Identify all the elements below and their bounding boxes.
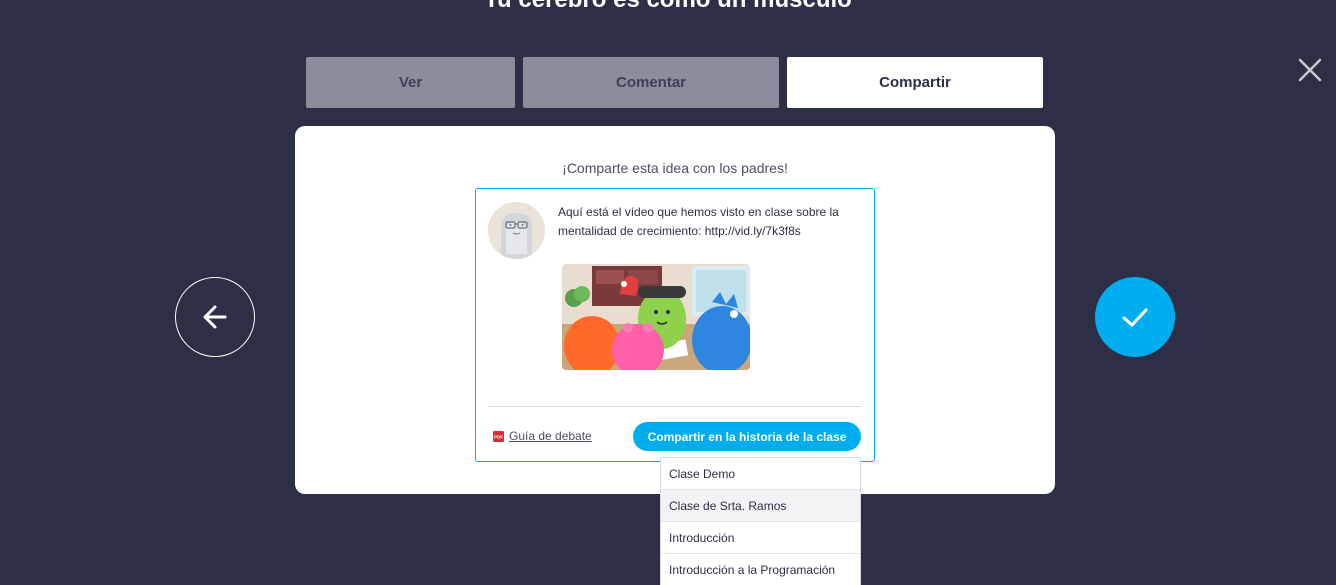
close-button[interactable] bbox=[1296, 56, 1324, 84]
tab-compartir[interactable]: Compartir bbox=[787, 57, 1043, 108]
divider bbox=[488, 406, 861, 407]
page-title: Tu cerebro es como un músculo bbox=[0, 0, 1336, 14]
dropdown-item-introduccion-programacion[interactable]: Introducción a la Programación bbox=[661, 554, 860, 585]
share-card: ¡Comparte esta idea con los padres! Aquí… bbox=[295, 126, 1055, 494]
tab-ver[interactable]: Ver bbox=[306, 57, 515, 108]
video-illustration-icon bbox=[562, 264, 750, 370]
guide-link-label: Guía de debate bbox=[509, 429, 592, 443]
dropdown-item-clase-demo[interactable]: Clase Demo bbox=[661, 458, 860, 490]
post-preview: Aquí está el vídeo que hemos visto en cl… bbox=[475, 188, 875, 462]
close-icon bbox=[1298, 58, 1322, 82]
share-class-story-button[interactable]: Compartir en la historia de la clase bbox=[633, 422, 861, 451]
confirm-button[interactable] bbox=[1095, 277, 1175, 357]
tab-comentar[interactable]: Comentar bbox=[523, 57, 779, 108]
avatar bbox=[488, 202, 545, 259]
card-heading: ¡Comparte esta idea con los padres! bbox=[562, 160, 788, 176]
dropdown-item-introduccion[interactable]: Introducción bbox=[661, 522, 860, 554]
back-button[interactable] bbox=[175, 277, 255, 357]
class-dropdown: Clase Demo Clase de Srta. Ramos Introduc… bbox=[660, 457, 861, 585]
dropdown-item-clase-srta-ramos[interactable]: Clase de Srta. Ramos bbox=[661, 490, 860, 522]
svg-text:PDF: PDF bbox=[494, 434, 503, 439]
monster-avatar-icon bbox=[488, 202, 545, 259]
checkmark-icon bbox=[1122, 308, 1148, 327]
discussion-guide-link[interactable]: PDF Guía de debate bbox=[493, 429, 592, 443]
arrow-left-icon bbox=[203, 305, 227, 329]
share-modal: Tu cerebro es como un músculo Ver Coment… bbox=[0, 0, 1336, 585]
pdf-icon: PDF bbox=[493, 430, 504, 442]
video-thumbnail[interactable] bbox=[562, 264, 750, 370]
post-message: Aquí está el vídeo que hemos visto en cl… bbox=[558, 205, 839, 238]
